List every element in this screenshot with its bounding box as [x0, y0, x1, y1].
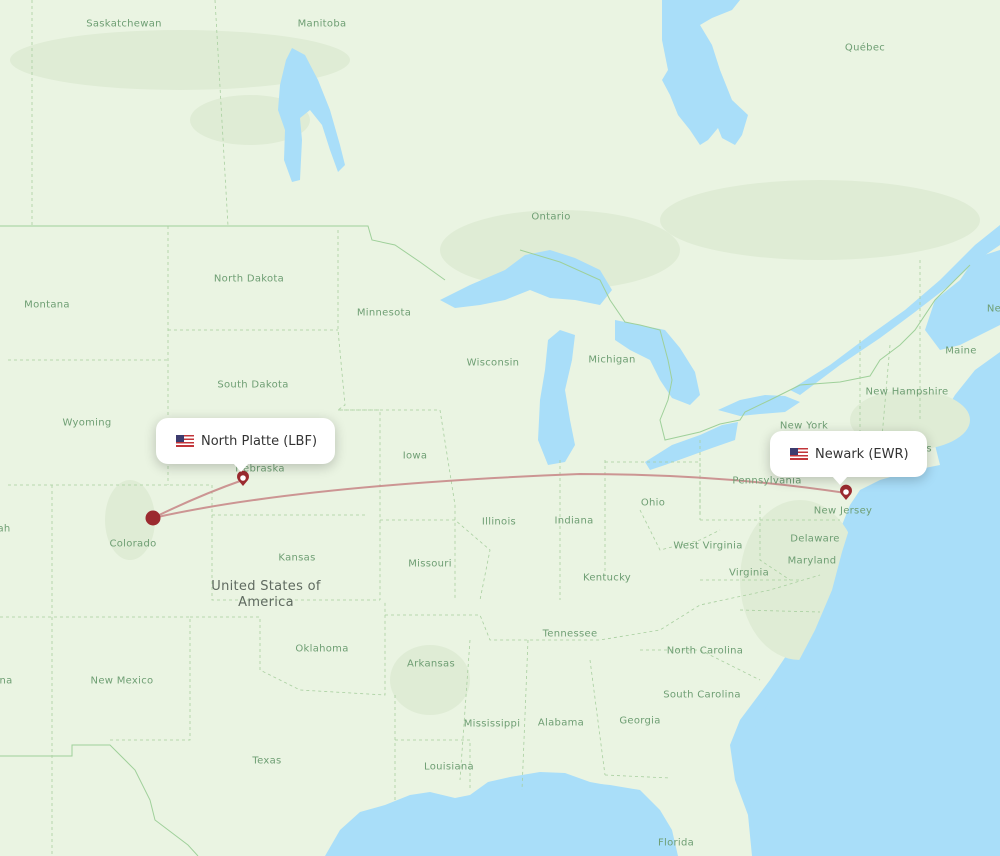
us-flag-icon	[176, 435, 194, 447]
label-mississippi: Mississippi	[463, 718, 521, 730]
label-ohio: Ohio	[640, 497, 666, 509]
label-north-carolina: North Carolina	[666, 645, 744, 657]
label-texas: Texas	[252, 755, 282, 767]
label-michigan: Michigan	[588, 354, 636, 366]
label-kansas: Kansas	[278, 552, 316, 564]
hub-marker[interactable]	[145, 510, 161, 526]
label-quebec: Québec	[844, 42, 886, 54]
label-arkansas: Arkansas	[407, 658, 455, 670]
airport-popup-lbf[interactable]: North Platte (LBF)	[156, 418, 336, 472]
label-alabama: Alabama	[537, 717, 585, 729]
label-iowa: Iowa	[402, 450, 428, 462]
label-arizona: na	[0, 675, 13, 687]
label-virginia: Virginia	[728, 567, 770, 579]
label-missouri: Missouri	[408, 558, 452, 570]
label-colorado: Colorado	[109, 538, 157, 550]
us-flag-icon	[790, 448, 808, 460]
label-illinois: Illinois	[481, 516, 517, 528]
label-north-dakota: North Dakota	[213, 273, 285, 285]
label-pennsylvania: Pennsylvania	[732, 475, 802, 487]
airport-popup-ewr[interactable]: Newark (EWR)	[770, 431, 927, 485]
label-maine: Maine	[945, 345, 977, 357]
label-maryland: Maryland	[787, 555, 837, 567]
label-south-dakota: South Dakota	[217, 379, 289, 391]
label-georgia: Georgia	[619, 715, 661, 727]
flight-route-map[interactable]: Saskatchewan Manitoba Québec Ontario Mon…	[0, 0, 1000, 856]
label-ontario: Ontario	[531, 211, 571, 223]
label-new-jersey: New Jersey	[813, 505, 873, 517]
label-south-carolina: South Carolina	[663, 689, 741, 701]
label-louisiana: Louisiana	[424, 761, 474, 773]
label-indiana: Indiana	[554, 515, 594, 527]
label-manitoba: Manitoba	[297, 18, 347, 30]
label-florida: Florida	[657, 837, 695, 849]
label-kentucky: Kentucky	[582, 572, 632, 584]
label-oklahoma: Oklahoma	[295, 643, 349, 655]
label-saskatchewan: Saskatchewan	[86, 18, 162, 30]
label-wyoming: Wyoming	[62, 417, 112, 429]
label-tennessee: Tennessee	[542, 628, 598, 640]
label-new-brunswick: Ne	[986, 303, 1000, 315]
label-utah: ah	[0, 523, 11, 535]
label-minnesota: Minnesota	[356, 307, 412, 319]
label-new-mexico: New Mexico	[90, 675, 154, 687]
label-montana: Montana	[24, 299, 70, 311]
label-wisconsin: Wisconsin	[466, 357, 520, 369]
airport-label-ewr: Newark (EWR)	[815, 446, 909, 462]
label-new-hampshire: New Hampshire	[865, 386, 949, 398]
label-west-virginia: West Virginia	[673, 540, 743, 552]
airport-label-lbf: North Platte (LBF)	[201, 433, 318, 449]
label-new-york: New York	[779, 420, 829, 432]
label-delaware: Delaware	[790, 533, 840, 545]
label-usa: United States of America	[211, 579, 321, 610]
